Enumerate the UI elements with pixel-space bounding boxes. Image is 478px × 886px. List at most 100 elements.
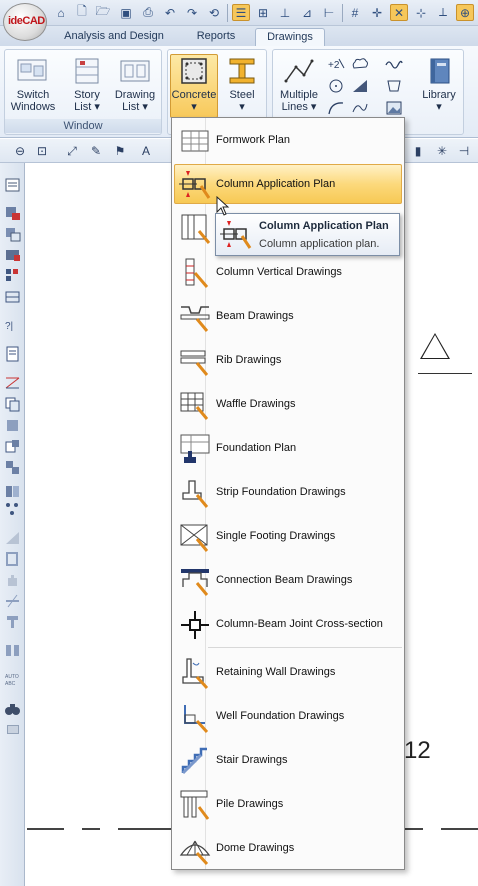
- export-icon[interactable]: [4, 438, 21, 454]
- menu-item-column-beam-joint-cross-section[interactable]: Column-Beam Joint Cross-section: [174, 604, 402, 644]
- circle-icon[interactable]: [327, 78, 345, 94]
- menu-item-dome-drawings[interactable]: Dome Drawings: [174, 828, 402, 868]
- divide-icon[interactable]: [4, 593, 21, 609]
- menu-item-label: Foundation Plan: [216, 442, 297, 454]
- menu-item-column-vertical-drawings[interactable]: Column Vertical Drawings: [174, 252, 402, 292]
- left-toolbar: ?| AUTO ABC: [0, 163, 25, 886]
- snap-perp-icon[interactable]: ⟂: [434, 4, 452, 21]
- grid-snap-icon[interactable]: ✳: [434, 143, 450, 159]
- multiple-lines-button[interactable]: Multiple Lines ▾: [275, 54, 323, 118]
- tab-analysis-and-design[interactable]: Analysis and Design: [55, 28, 173, 46]
- menu-item-beam-drawings[interactable]: Beam Drawings: [174, 296, 402, 336]
- columns-icon[interactable]: [4, 642, 21, 658]
- book-icon[interactable]: [4, 483, 21, 499]
- eyedropper-icon[interactable]: ✎: [88, 143, 104, 159]
- concrete-icon: [181, 58, 207, 84]
- library-button[interactable]: Library ▾: [415, 54, 463, 118]
- binoculars-icon[interactable]: [4, 701, 21, 717]
- steel-button[interactable]: Steel ▾: [218, 54, 266, 118]
- save-icon[interactable]: ▣: [117, 4, 135, 21]
- menu-item-pile-drawings[interactable]: Pile Drawings: [174, 784, 402, 824]
- drawing-list-button[interactable]: Drawing List ▾: [111, 54, 159, 118]
- snap-end-icon[interactable]: ✕: [390, 4, 408, 21]
- zoom-icon[interactable]: ⊖: [12, 143, 28, 159]
- refresh-icon[interactable]: ⟲: [205, 4, 223, 21]
- text-tool-icon[interactable]: A: [138, 143, 154, 159]
- print-icon[interactable]: ⎙: [139, 4, 157, 21]
- dimension-icon[interactable]: ⊢: [320, 4, 338, 21]
- points-icon[interactable]: [4, 501, 21, 517]
- menu-item-well-foundation-drawings[interactable]: Well Foundation Drawings: [174, 696, 402, 736]
- image-icon[interactable]: [385, 100, 403, 116]
- merge-icon[interactable]: [4, 459, 21, 475]
- switch-windows-button[interactable]: Switch Windows: [9, 54, 57, 118]
- story-copy-icon[interactable]: [4, 226, 21, 242]
- measure-icon[interactable]: ?|: [4, 317, 21, 333]
- app-logo-button[interactable]: ideCAD: [3, 3, 47, 41]
- auto-abc-icon[interactable]: AUTOABC: [4, 671, 21, 687]
- tab-drawings[interactable]: Drawings: [255, 28, 325, 46]
- table-icon[interactable]: [4, 205, 21, 221]
- ortho-icon[interactable]: ⊿: [298, 4, 316, 21]
- axis-dash: [118, 828, 172, 830]
- hand-icon[interactable]: [4, 572, 21, 588]
- model-check-icon[interactable]: [4, 247, 21, 263]
- redo-icon[interactable]: ↷: [183, 4, 201, 21]
- chart-bar-icon[interactable]: ▮: [410, 143, 426, 159]
- spline-icon[interactable]: [351, 100, 369, 116]
- title-bar: ideCAD ⌂ 🗋 🗁 ▣ ⎙ ↶ ↷ ⟲ ☰ ⊞ ⊥ ⊿ ⊢ # ✛ ✕ ⊹…: [0, 0, 478, 41]
- menu-item-formwork-plan[interactable]: Formwork Plan: [174, 120, 402, 160]
- snap-mid-icon[interactable]: ⊹: [412, 4, 430, 21]
- polygon-icon[interactable]: [385, 78, 403, 94]
- column-detail-icon: [181, 214, 211, 244]
- menu-item-strip-foundation-drawings[interactable]: Strip Foundation Drawings: [174, 472, 402, 512]
- snap-point-icon[interactable]: ✛: [368, 4, 386, 21]
- menu-item-stair-drawings[interactable]: Stair Drawings: [174, 740, 402, 780]
- flag-icon[interactable]: ⚑: [112, 143, 128, 159]
- column-application-plan-icon: [220, 221, 252, 249]
- stack-icon[interactable]: [4, 417, 21, 433]
- hatch-icon[interactable]: [351, 78, 369, 94]
- open-folder-icon[interactable]: 🗁: [94, 4, 112, 21]
- story-list-button[interactable]: Story List ▾: [63, 54, 111, 118]
- menu-item-label: Column-Beam Joint Cross-section: [216, 618, 383, 630]
- grid-points-icon[interactable]: [4, 267, 21, 283]
- slope-icon[interactable]: [4, 530, 21, 546]
- report-icon[interactable]: [4, 346, 21, 362]
- text-size-icon[interactable]: +2: [327, 56, 345, 72]
- menu-item-connection-beam-drawings[interactable]: Connection Beam Drawings: [174, 560, 402, 600]
- menu-item-foundation-plan[interactable]: Foundation Plan: [174, 428, 402, 468]
- menu-item-column-application-plan[interactable]: Column Application Plan: [174, 164, 402, 204]
- axis-icon[interactable]: ⊥: [276, 4, 294, 21]
- split-icon[interactable]: ⊣: [456, 143, 472, 159]
- svg-text:+2: +2: [328, 60, 340, 71]
- arc-icon[interactable]: [327, 100, 345, 116]
- section-icon[interactable]: [4, 375, 21, 391]
- layers-icon[interactable]: ☰: [232, 4, 250, 21]
- new-file-icon[interactable]: 🗋: [73, 4, 91, 21]
- pick-icon[interactable]: ⤢: [64, 143, 80, 159]
- zoom-extents-icon[interactable]: ⊡: [34, 143, 50, 159]
- bracket-icon[interactable]: [4, 551, 21, 567]
- wave-line-icon[interactable]: [385, 56, 403, 72]
- home-icon[interactable]: ⌂: [52, 4, 70, 21]
- snap-intersect-icon[interactable]: ⊕: [456, 4, 474, 21]
- copy-drawing-icon[interactable]: [4, 396, 21, 412]
- menu-item-label: Waffle Drawings: [216, 398, 296, 410]
- snap-grid-icon[interactable]: #: [346, 4, 364, 21]
- grid-icon[interactable]: ⊞: [254, 4, 272, 21]
- menu-item-waffle-drawings[interactable]: Waffle Drawings: [174, 384, 402, 424]
- menu-item-retaining-wall-drawings[interactable]: Retaining Wall Drawings: [174, 652, 402, 692]
- cloud-icon[interactable]: [351, 56, 369, 72]
- tab-reports[interactable]: Reports: [185, 28, 247, 46]
- tool-icon[interactable]: [4, 613, 21, 629]
- toolbar-expand-icon[interactable]: [7, 725, 19, 734]
- foundation-plan-icon: [180, 434, 210, 463]
- concrete-button[interactable]: Concrete ▾: [170, 54, 218, 118]
- floor-plan-icon[interactable]: [4, 289, 21, 305]
- menu-item-rib-drawings[interactable]: Rib Drawings: [174, 340, 402, 380]
- list-icon[interactable]: [4, 177, 21, 193]
- undo-icon[interactable]: ↶: [161, 4, 179, 21]
- menu-separator: [208, 647, 402, 648]
- menu-item-single-footing-drawings[interactable]: Single Footing Drawings: [174, 516, 402, 556]
